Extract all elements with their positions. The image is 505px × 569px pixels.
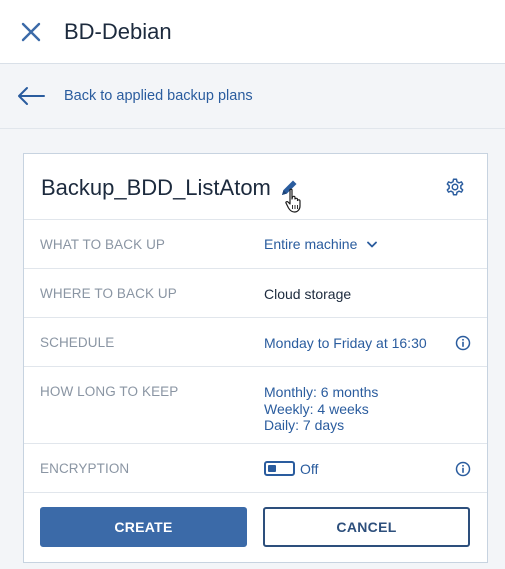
what-to-backup-value: Entire machine <box>264 236 358 252</box>
hand-cursor-icon <box>285 188 301 213</box>
retention-row: HOW LONG TO KEEP Monthly: 6 months Weekl… <box>24 366 487 443</box>
what-to-backup-select[interactable]: Entire machine <box>264 236 378 252</box>
schedule-label: SCHEDULE <box>40 335 115 350</box>
retention-label: HOW LONG TO KEEP <box>40 384 179 399</box>
retention-monthly: Monthly: 6 months <box>264 384 379 400</box>
window-title: BD-Debian <box>64 19 172 44</box>
encryption-state: Off <box>300 461 319 477</box>
encryption-row: ENCRYPTION Off <box>24 443 487 492</box>
encryption-toggle[interactable] <box>264 461 295 476</box>
gear-icon[interactable] <box>444 176 466 198</box>
encryption-label: ENCRYPTION <box>40 461 130 476</box>
where-to-backup-value[interactable]: Cloud storage <box>264 286 351 302</box>
title-bar: BD-Debian <box>0 0 505 64</box>
create-button[interactable]: CREATE <box>40 507 247 547</box>
where-to-backup-row: WHERE TO BACK UP Cloud storage <box>24 268 487 317</box>
retention-daily: Daily: 7 days <box>264 417 345 433</box>
info-icon[interactable] <box>455 335 471 351</box>
where-to-backup-label: WHERE TO BACK UP <box>40 286 177 301</box>
back-arrow-icon[interactable] <box>16 85 46 107</box>
backup-plan-card: Backup_BDD_ListAtom WHAT TO BACK UP Enti… <box>23 153 488 563</box>
back-to-plans-link[interactable]: Back to applied backup plans <box>64 88 253 104</box>
actions-divider <box>24 492 487 493</box>
cancel-button[interactable]: CANCEL <box>263 507 470 547</box>
what-to-backup-row: WHAT TO BACK UP Entire machine <box>24 219 487 268</box>
info-icon[interactable] <box>455 461 471 477</box>
close-icon[interactable] <box>20 21 42 43</box>
schedule-row: SCHEDULE Monday to Friday at 16:30 <box>24 317 487 366</box>
what-to-backup-label: WHAT TO BACK UP <box>40 237 166 252</box>
toggle-knob <box>268 465 276 472</box>
plan-name: Backup_BDD_ListAtom <box>41 175 271 200</box>
schedule-value[interactable]: Monday to Friday at 16:30 <box>264 335 427 351</box>
chevron-down-icon <box>367 241 378 248</box>
retention-value[interactable]: Monthly: 6 months Weekly: 4 weeks Daily:… <box>264 384 378 434</box>
retention-weekly: Weekly: 4 weeks <box>264 400 369 417</box>
